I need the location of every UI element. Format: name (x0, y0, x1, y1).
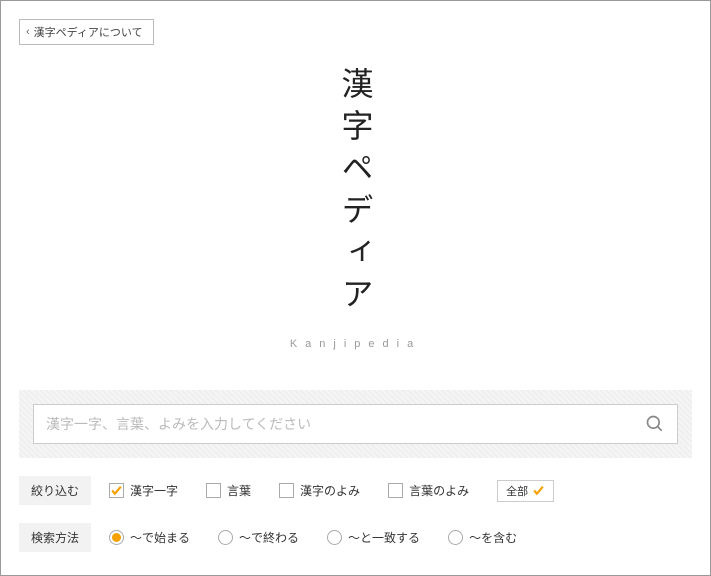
filter-option-label: 言葉 (227, 482, 251, 499)
method-option-label: ～と一致する (348, 529, 420, 546)
filter-word-reading[interactable]: 言葉のよみ (388, 482, 469, 499)
about-button[interactable]: ‹ 漢字ペディアについて (19, 19, 154, 45)
radio-icon (109, 530, 124, 545)
method-exact[interactable]: ～と一致する (327, 529, 420, 546)
radio-icon (218, 530, 233, 545)
check-icon (532, 484, 545, 497)
search-icon (645, 414, 665, 434)
filter-option-label: 言葉のよみ (409, 482, 469, 499)
filter-word[interactable]: 言葉 (206, 482, 251, 499)
filter-options: 漢字一字 言葉 漢字のよみ 言葉のよみ 全部 (109, 480, 554, 502)
app-frame: ‹ 漢字ペディアについて 漢字ペディア Kanjipedia 絞り込む 漢字一字 (0, 0, 711, 576)
checkbox-icon (279, 483, 294, 498)
search-box (33, 404, 678, 444)
about-label: 漢字ペディアについて (34, 24, 143, 40)
method-options: ～で始まる ～で終わる ～と一致する ～を含む (109, 529, 517, 546)
search-input[interactable] (34, 416, 633, 432)
filter-option-label: 漢字のよみ (300, 482, 360, 499)
radio-icon (448, 530, 463, 545)
checkbox-icon (206, 483, 221, 498)
checkbox-icon (388, 483, 403, 498)
method-option-label: ～で終わる (239, 529, 299, 546)
method-label: 検索方法 (19, 523, 91, 552)
checkbox-icon (109, 483, 124, 498)
logo-subtitle: Kanjipedia (19, 338, 692, 350)
method-starts-with[interactable]: ～で始まる (109, 529, 190, 546)
method-row: 検索方法 ～で始まる ～で終わる ～と一致する ～を含む (19, 523, 692, 552)
radio-icon (327, 530, 342, 545)
method-contains[interactable]: ～を含む (448, 529, 517, 546)
filter-kanji-reading[interactable]: 漢字のよみ (279, 482, 360, 499)
method-option-label: ～で始まる (130, 529, 190, 546)
filter-option-label: 漢字一字 (130, 482, 178, 499)
logo: 漢字ペディア Kanjipedia (19, 67, 692, 350)
chevron-left-icon: ‹ (26, 26, 30, 38)
filter-all-button[interactable]: 全部 (497, 480, 554, 502)
filter-kanji-single[interactable]: 漢字一字 (109, 482, 178, 499)
method-ends-with[interactable]: ～で終わる (218, 529, 299, 546)
filter-row: 絞り込む 漢字一字 言葉 漢字のよみ (19, 476, 692, 505)
search-area (19, 390, 692, 458)
filter-label: 絞り込む (19, 476, 91, 505)
logo-title: 漢字ペディア (333, 67, 379, 319)
method-option-label: ～を含む (469, 529, 517, 546)
search-button[interactable] (633, 405, 677, 443)
filter-all-label: 全部 (506, 483, 528, 499)
